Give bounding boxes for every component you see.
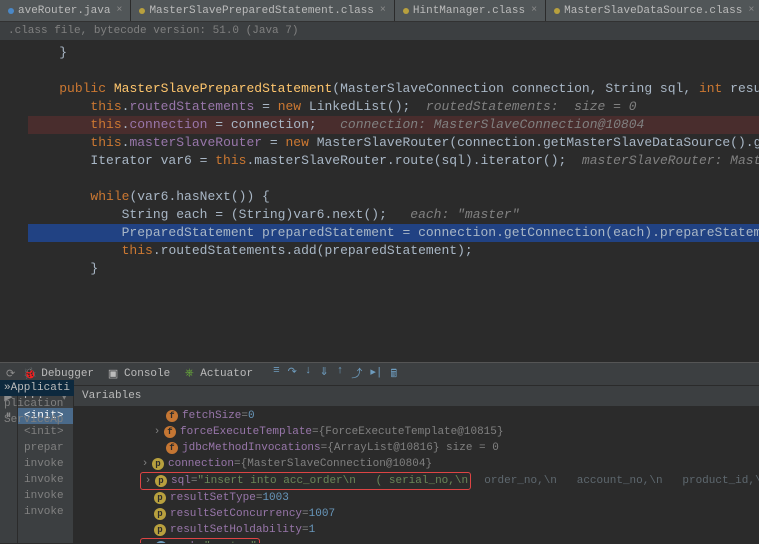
evaluate-icon[interactable]: 🖩 xyxy=(390,365,397,384)
var-node[interactable]: ›pconnection = {MasterSlaveConnection@10… xyxy=(74,456,759,472)
var-node[interactable]: presultSetConcurrency = 1007 xyxy=(74,506,759,522)
code-line: public MasterSlavePreparedStatement(Mast… xyxy=(28,80,759,98)
close-icon[interactable]: × xyxy=(380,5,386,16)
thread-item[interactable]: ServiceAp xyxy=(0,412,74,428)
tab-debugger[interactable]: 🐞Debugger xyxy=(23,367,94,381)
code-line: String each = (String)var6.next(); each:… xyxy=(28,206,759,224)
var-node[interactable]: presultSetHoldability = 1 xyxy=(74,522,759,538)
debug-step-toolbar: ≡ ↷ ↓ ⇓ ↑ ⤴ ▸| 🖩 xyxy=(273,365,397,384)
code-line: this.masterSlaveRouter = new MasterSlave… xyxy=(28,134,759,152)
code-line: this.connection = connection; connection… xyxy=(28,116,759,134)
class-icon xyxy=(554,8,560,14)
var-node[interactable]: fjdbcMethodInvocations = {ArrayList@1081… xyxy=(74,440,759,456)
code-editor[interactable]: } public MasterSlavePreparedStatement(Ma… xyxy=(0,40,759,362)
force-step-into-icon[interactable]: ⇓ xyxy=(320,365,329,384)
step-over-icon[interactable]: ↷ xyxy=(288,365,297,384)
restore-icon[interactable]: ⟳ xyxy=(6,367,15,381)
debug-panel: ▶ ⏸ Fr.▾ <init> <init> prepar invoke inv… xyxy=(0,386,759,543)
console-icon: ▣ xyxy=(106,367,120,381)
file-info-banner: .class file, bytecode version: 51.0 (Jav… xyxy=(0,22,759,40)
show-exec-icon[interactable]: ≡ xyxy=(273,365,280,384)
var-node[interactable]: ffetchSize = 0 xyxy=(74,408,759,424)
thread-item[interactable]: plication xyxy=(0,396,74,412)
frame-item[interactable]: invoke xyxy=(18,504,73,520)
code-line-current: PreparedStatement preparedStatement = co… xyxy=(28,224,759,242)
variables-panel: Variables ffetchSize = 0 ›fforceExecuteT… xyxy=(74,386,759,543)
var-node[interactable]: ›fforceExecuteTemplate = {ForceExecuteTe… xyxy=(74,424,759,440)
step-into-icon[interactable]: ↓ xyxy=(305,365,312,384)
close-icon[interactable]: × xyxy=(748,5,754,16)
var-node[interactable]: presultSetType = 1003 xyxy=(74,490,759,506)
code-line: this.routedStatements = new LinkedList()… xyxy=(28,98,759,116)
frame-item[interactable]: invoke xyxy=(18,456,73,472)
code-line: Iterator var6 = this.masterSlaveRouter.r… xyxy=(28,152,759,170)
frame-item[interactable]: invoke xyxy=(18,472,73,488)
class-icon xyxy=(139,8,145,14)
java-icon xyxy=(8,8,14,14)
debug-toolbar: ⟳ 🐞Debugger ▣Console ⎈Actuator ≡ ↷ ↓ ⇓ ↑… xyxy=(0,362,759,386)
close-icon[interactable]: × xyxy=(116,5,122,16)
step-out-icon[interactable]: ↑ xyxy=(337,365,344,384)
editor-tab[interactable]: aveRouter.java× xyxy=(0,0,131,21)
var-node-each[interactable]: ›≡each = "master" xyxy=(74,538,759,543)
close-icon[interactable]: × xyxy=(531,5,537,16)
frame-item[interactable]: prepar xyxy=(18,440,73,456)
var-node-sql[interactable]: ›psql = "insert into acc_order\n ( seria… xyxy=(74,472,759,490)
code-line: while(var6.hasNext()) { xyxy=(28,188,759,206)
run-to-cursor-icon[interactable]: ▸| xyxy=(370,365,382,384)
tab-console[interactable]: ▣Console xyxy=(106,367,170,381)
bug-icon: 🐞 xyxy=(23,367,37,381)
thread-item[interactable]: »Applicati xyxy=(0,380,74,396)
editor-tabs: aveRouter.java× MasterSlavePreparedState… xyxy=(0,0,759,22)
class-icon xyxy=(403,8,409,14)
variables-header: Variables xyxy=(74,386,759,406)
drop-frame-icon[interactable]: ⤴ xyxy=(351,365,362,384)
code-line: } xyxy=(28,260,759,278)
actuator-icon: ⎈ xyxy=(182,368,196,380)
code-line: } xyxy=(28,44,759,62)
code-line: this.routedStatements.add(preparedStatem… xyxy=(28,242,759,260)
editor-tab[interactable]: HintManager.class× xyxy=(395,0,546,21)
frame-item[interactable]: invoke xyxy=(18,488,73,504)
editor-tab[interactable]: MasterSlaveDataSource.class× xyxy=(546,0,759,21)
tab-actuator[interactable]: ⎈Actuator xyxy=(182,368,253,380)
editor-tab[interactable]: MasterSlavePreparedStatement.class× xyxy=(131,0,394,21)
